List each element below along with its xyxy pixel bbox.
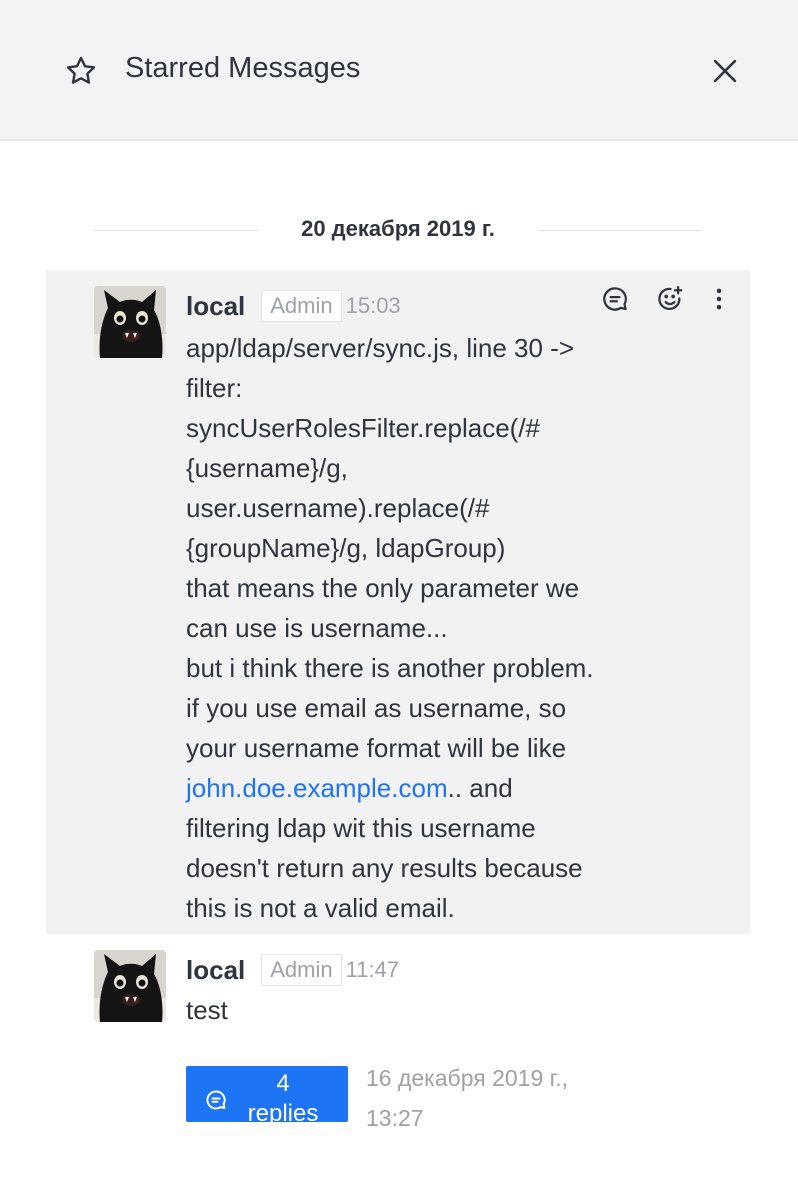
- reply-in-thread-icon[interactable]: [600, 284, 630, 314]
- message-line: {groupName}/g, ldapGroup): [186, 533, 506, 563]
- more-options-icon[interactable]: [704, 284, 734, 314]
- thread-last-reply-date: 16 декабря 2019 г., 13:27: [366, 1058, 626, 1138]
- avatar[interactable]: [94, 286, 166, 358]
- thread-time-line: 13:27: [366, 1105, 424, 1131]
- message-body: app/ldap/server/sync.js, line 30 -> filt…: [186, 328, 666, 928]
- message-line: can use is username...: [186, 613, 448, 643]
- email-link[interactable]: john.doe.example.com: [186, 773, 448, 803]
- thread-replies-button[interactable]: 4 replies: [186, 1066, 348, 1122]
- message-line: user.username).replace(/#: [186, 493, 490, 523]
- page-title: Starred Messages: [125, 52, 361, 84]
- message-item[interactable]: local Admin 15:03 app/ldap/server/sync.js,…: [46, 270, 750, 934]
- thread-date-line: 16 декабря 2019 г.,: [366, 1065, 569, 1091]
- message-line: test: [186, 995, 228, 1025]
- message-line: this is not a valid email.: [186, 893, 455, 923]
- message-line: syncUserRolesFilter.replace(/#: [186, 413, 541, 443]
- username[interactable]: local: [186, 955, 245, 986]
- message-time[interactable]: 11:47: [346, 957, 399, 983]
- cat-avatar-image: [94, 950, 166, 1022]
- reply-count: 4: [276, 1070, 290, 1097]
- role-badge: Admin: [261, 954, 342, 986]
- message-line: filtering ldap wit this username: [186, 813, 536, 843]
- thread-icon: [206, 1090, 226, 1110]
- message-line: {username}/g,: [186, 453, 348, 483]
- message-item[interactable]: local Admin 11:47 test 4 replies 16 декабр…: [46, 936, 750, 1136]
- star-icon: [66, 56, 96, 84]
- add-reaction-icon[interactable]: [655, 284, 685, 314]
- message-line: your username format will be like: [186, 733, 567, 763]
- starred-messages-header: Starred Messages: [0, 0, 798, 141]
- message-line: if you use email as username, so: [186, 693, 567, 723]
- message-line: john.doe.example.com.. and: [186, 768, 666, 808]
- avatar[interactable]: [94, 950, 166, 1022]
- divider-line: [538, 230, 702, 231]
- message-header: local Admin 15:03: [186, 290, 401, 322]
- username[interactable]: local: [186, 291, 245, 322]
- message-line: app/ldap/server/sync.js, line 30 ->: [186, 333, 575, 363]
- message-line: doesn't return any results because: [186, 853, 583, 883]
- reply-label: replies: [247, 1100, 319, 1122]
- message-line: filter:: [186, 373, 243, 403]
- cat-avatar-image: [94, 286, 166, 358]
- message-line: but i think there is another problem.: [186, 653, 594, 683]
- message-line: that means the only parameter we: [186, 573, 580, 603]
- role-badge: Admin: [261, 290, 342, 322]
- message-header: local Admin 11:47: [186, 954, 399, 986]
- close-icon[interactable]: [708, 54, 742, 88]
- date-divider: 20 декабря 2019 г.: [94, 210, 702, 250]
- message-time[interactable]: 15:03: [346, 293, 401, 319]
- message-body: test: [186, 990, 666, 1030]
- link-suffix-text: .. and: [447, 773, 513, 803]
- date-label: 20 декабря 2019 г.: [301, 216, 495, 241]
